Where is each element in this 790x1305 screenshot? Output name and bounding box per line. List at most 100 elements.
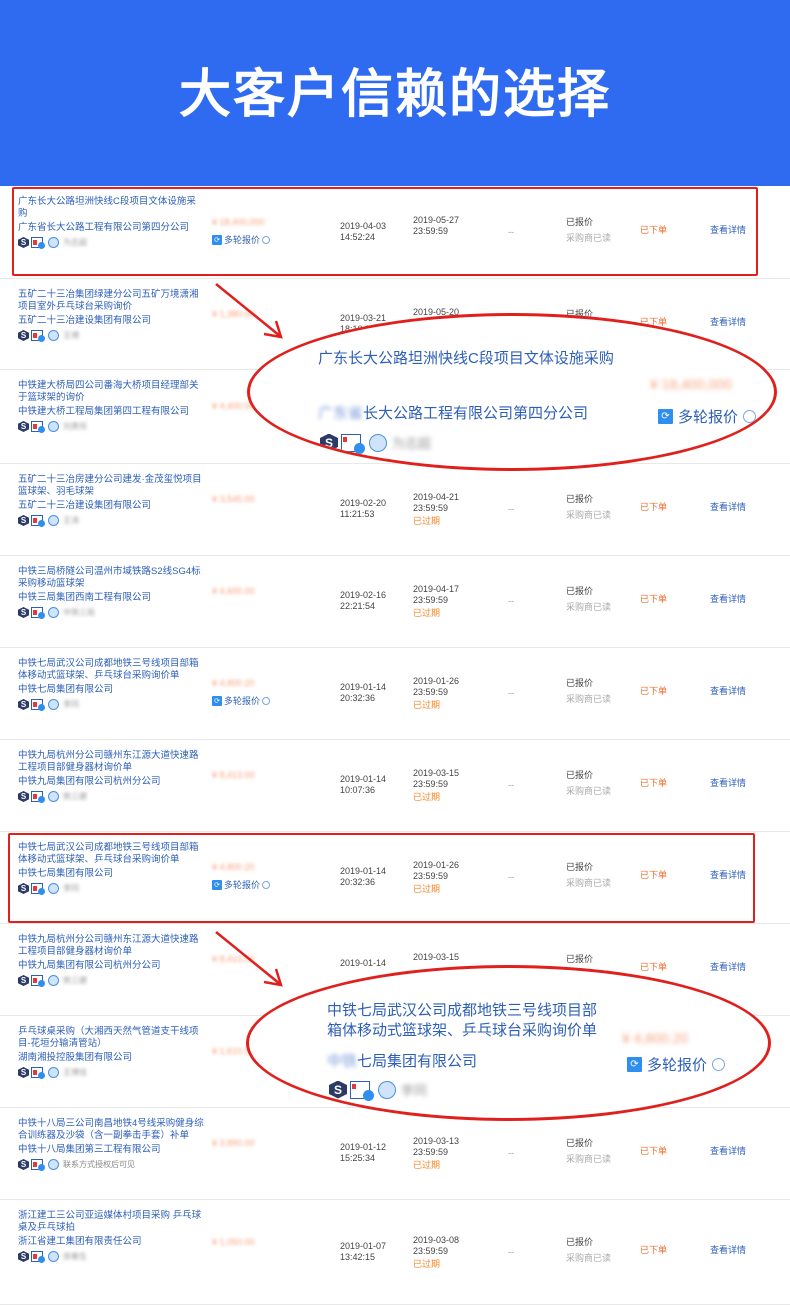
company-name: 中铁建大桥工程局集团第四工程有限公司 — [18, 406, 190, 417]
dash-placeholder: -- — [508, 596, 514, 606]
id-card-icon — [31, 1067, 45, 1079]
info-icon — [262, 696, 271, 705]
zoom-contact: 为志超 — [392, 436, 432, 451]
zoom-company: 广东省长大公路工程有限公司第四分公司 — [318, 405, 589, 422]
id-card-icon — [31, 515, 45, 527]
table-row: 五矿二十三冶房建分公司建发·金茂玺悦项目篮球架、羽毛球架五矿二十三冶建设集团有限… — [0, 464, 790, 556]
zoom-title[interactable]: 广东长大公路坦洲快线C段项目文体设施采购 — [318, 349, 638, 369]
end-date: 2019-03-15 — [413, 952, 460, 962]
zoom-company-2: 中铁七局集团有限公司 — [327, 1053, 478, 1070]
view-detail-link[interactable]: 查看详情 — [710, 684, 746, 697]
id-card-icon — [341, 433, 365, 454]
id-card-icon — [31, 1251, 45, 1263]
id-card-icon — [31, 1159, 45, 1171]
end-date: 2019-04-21 23:59:59 已过期 — [413, 492, 460, 526]
end-date: 2019-03-15 23:59:59 已过期 — [413, 768, 460, 802]
shield-icon: S — [18, 1159, 29, 1170]
inquiry-title[interactable]: 中铁九局杭州分公司赣州东江源大道快速路工程项目部健身器材询价单 — [18, 750, 204, 774]
verification-badges: S 王博 — [18, 330, 79, 342]
contact-name: 徐春生 — [63, 1252, 87, 1261]
end-date: 2019-04-17 23:59:59 已过期 — [413, 584, 460, 618]
inquiry-title[interactable]: 中铁九局杭州分公司赣州东江源大道快速路工程项目部健身器材询价单 — [18, 934, 204, 958]
verification-badges: S 中铁三局 — [18, 607, 95, 619]
view-detail-link[interactable]: 查看详情 — [710, 776, 746, 789]
shield-icon: S — [18, 330, 29, 341]
shield-icon: S — [320, 433, 338, 452]
zoom-multi-quote[interactable]: ⟳ 多轮报价 — [658, 406, 757, 427]
dash-placeholder: -- — [508, 1247, 514, 1257]
inquiry-title[interactable]: 中铁建大桥局四公司番海大桥项目经理部关于篮球架的询价 — [18, 380, 204, 404]
zoom-badges-2: S 李同 — [329, 1080, 428, 1101]
info-icon — [743, 410, 757, 423]
contact-name: 王博佳 — [63, 1068, 87, 1077]
inquiry-title[interactable]: 五矿二十三冶集团绿建分公司五矿万境潇湘项目室外乒乓球台采购询价 — [18, 289, 204, 313]
id-card-icon — [350, 1080, 374, 1101]
shield-icon: S — [18, 1067, 29, 1078]
contact-name: 王博 — [63, 331, 79, 340]
expired-label: 已过期 — [413, 700, 441, 710]
zoom-multi-quote-2[interactable]: ⟳ 多轮报价 — [627, 1054, 726, 1075]
zoom-contact-2: 李同 — [401, 1083, 428, 1098]
shield-icon: S — [18, 515, 29, 526]
id-card-icon — [31, 330, 45, 342]
view-detail-link[interactable]: 查看详情 — [710, 960, 746, 973]
verification-badges: S 王博佳 — [18, 1067, 87, 1079]
quote-price: ¥ 4,600.00 — [212, 586, 255, 596]
expired-label: 已过期 — [413, 516, 441, 526]
highlight-box-middle — [8, 833, 755, 923]
publish-date: 2019-01-07 13:42:15 — [340, 1241, 387, 1262]
quote-status: 已报价采购商已读 — [566, 678, 612, 704]
inquiry-title[interactable]: 中铁三局桥隧公司温州市域铁路S2线SG4标采购移动篮球架 — [18, 566, 204, 590]
id-card-icon — [31, 421, 45, 433]
view-detail-link[interactable]: 查看详情 — [710, 1144, 746, 1157]
quote-price: ¥ 1,050.00 — [212, 1237, 255, 1247]
inquiry-title[interactable]: 五矿二十三冶房建分公司建发·金茂玺悦项目篮球架、羽毛球架 — [18, 474, 204, 498]
avatar-icon — [369, 433, 387, 452]
company-name: 中铁九局集团有限公司杭州分公司 — [18, 960, 161, 971]
contact-name: 熊三娜 — [63, 976, 87, 985]
zoom-company-blurred: 广东省 — [318, 405, 364, 422]
company-name: 五矿二十三冶建设集团有限公司 — [18, 315, 152, 326]
avatar-icon — [48, 1067, 59, 1078]
zoom-company-blurred-2: 中铁 — [327, 1053, 358, 1070]
view-detail-link[interactable]: 查看详情 — [710, 592, 746, 605]
zoom-badges: S 为志超 — [320, 433, 432, 454]
dash-placeholder: -- — [508, 1148, 514, 1158]
inquiry-title[interactable]: 中铁七局武汉公司成都地铁三号线项目部箱体移动式篮球架、乒乓球台采购询价单 — [18, 658, 204, 682]
view-detail-link[interactable]: 查看详情 — [710, 1243, 746, 1256]
quote-status: 已报价采购商已读 — [566, 770, 612, 796]
contact-name: 李同 — [63, 700, 79, 709]
inquiry-title[interactable]: 乒乓球桌采购（大湘西天然气管道支干线项目-花垣分输清管站） — [18, 1026, 204, 1050]
quote-price: ¥ 3,890.00 — [212, 1138, 255, 1148]
view-detail-link[interactable]: 查看详情 — [710, 500, 746, 513]
verification-badges: S 刘勇恒 — [18, 421, 87, 433]
table-row: 中铁十八局三公司南昌地铁4号线采购健身综合训练器及沙袋（含一副拳击手套）补单 中铁… — [0, 1108, 790, 1200]
contact-name: 刘勇恒 — [63, 422, 87, 431]
expired-label: 已过期 — [413, 1259, 441, 1269]
inquiry-title[interactable]: 中铁十八局三公司南昌地铁4号线采购健身综合训练器及沙袋（含一副拳击手套）补单 — [18, 1118, 204, 1142]
id-card-icon — [31, 791, 45, 803]
ordered-status: 已下单 — [640, 1245, 668, 1255]
multi-quote-link[interactable]: ⟳ 多轮报价 — [212, 694, 271, 707]
expired-label: 已过期 — [413, 608, 441, 618]
zoom-callout-top: 广东长大公路坦洲快线C段项目文体设施采购 广东省长大公路工程有限公司第四分公司 … — [247, 313, 777, 471]
contact-name: 熊三娜 — [63, 792, 87, 801]
table-row: 中铁七局武汉公司成都地铁三号线项目部箱体移动式篮球架、乒乓球台采购询价单 中铁七局… — [0, 648, 790, 740]
quote-price: ¥ 8,413.00 — [212, 770, 255, 780]
company-name: 五矿二十三冶建设集团有限公司 — [18, 500, 152, 511]
dash-placeholder: -- — [508, 780, 514, 790]
quote-status: 已报价采购商已读 — [566, 1237, 612, 1263]
shield-icon: S — [18, 1251, 29, 1262]
avatar-icon — [48, 791, 59, 802]
zoom-price: ¥ 18,400,000 — [650, 376, 732, 392]
view-detail-link[interactable]: 查看详情 — [710, 315, 746, 328]
verification-badges: S 熊三娜 — [18, 975, 87, 987]
shield-icon: S — [18, 421, 29, 432]
inquiry-title[interactable]: 浙江建工三公司亚运媒体村项目采购 乒乓球桌及乒乓球拍 — [18, 1210, 204, 1234]
info-icon — [712, 1058, 726, 1071]
ordered-status: 已下单 — [640, 502, 668, 512]
zoom-title-2[interactable]: 中铁七局武汉公司成都地铁三号线项目部箱体移动式篮球架、乒乓球台采购询价单 — [327, 1001, 607, 1041]
publish-date: 2019-01-14 10:07:36 — [340, 774, 387, 795]
highlight-box-top — [12, 187, 758, 276]
verification-badges: S 李同 — [18, 699, 79, 711]
